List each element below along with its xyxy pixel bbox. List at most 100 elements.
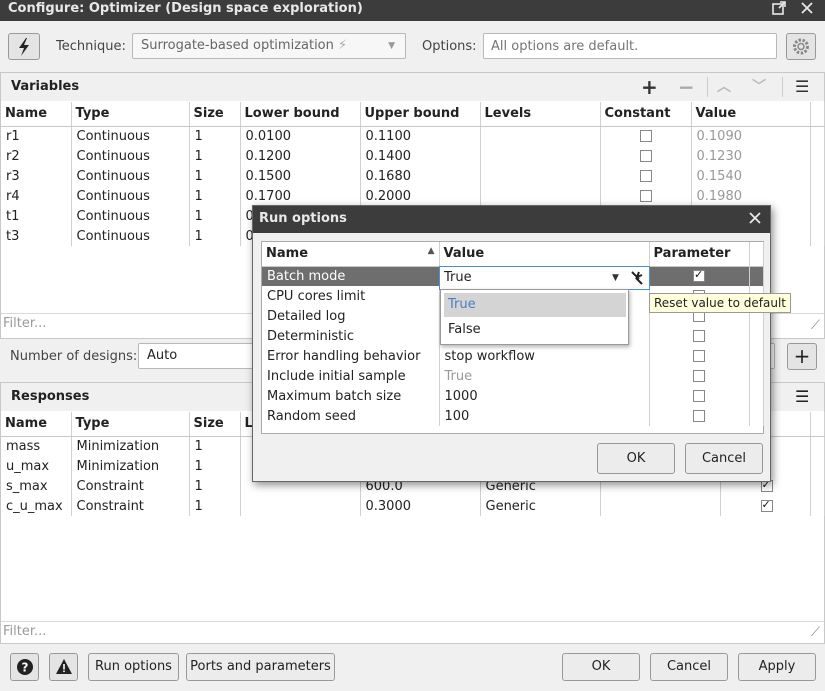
variable-size-cell[interactable]: 1 <box>189 126 241 146</box>
run-option-parameter-cell[interactable] <box>649 266 750 286</box>
column-header-lower-bound[interactable]: Lower bound <box>240 102 361 127</box>
run-option-value-cell[interactable]: 100 <box>439 406 650 426</box>
variable-lower-cell[interactable]: 0.1500 <box>240 166 361 186</box>
run-option-name-cell[interactable]: Include initial sample <box>262 366 440 386</box>
parameter-checkbox[interactable] <box>693 330 705 342</box>
ok-button[interactable]: OK <box>562 653 640 681</box>
batch-mode-value-editor[interactable]: True ▼ <box>439 266 650 290</box>
move-up-icon[interactable]: ︿ <box>717 77 731 97</box>
run-option-parameter-cell[interactable] <box>649 366 750 386</box>
run-option-row[interactable]: Error handling behavior stop workflow <box>262 346 764 366</box>
parameter-checkbox[interactable] <box>693 410 705 422</box>
run-option-value-cell[interactable]: True <box>439 366 650 386</box>
variable-levels-cell[interactable] <box>480 186 601 206</box>
variable-constant-cell[interactable] <box>600 126 692 146</box>
constant-checkbox[interactable] <box>639 170 652 182</box>
technique-select[interactable]: Surrogate-based optimization ⚡︎ ▼ <box>132 33 406 59</box>
response-row[interactable]: c_u_max Constraint 1 0.3000 Generic <box>1 496 825 516</box>
variable-type-cell[interactable]: Continuous <box>71 166 190 186</box>
column-header-size[interactable]: Size <box>189 412 241 437</box>
response-size-cell[interactable]: 1 <box>189 436 241 456</box>
variable-type-cell[interactable]: Continuous <box>71 226 190 246</box>
variable-name-cell[interactable]: t1 <box>1 206 72 226</box>
variable-name-cell[interactable]: t3 <box>1 226 72 246</box>
column-header-name[interactable]: Name <box>1 412 72 437</box>
parameter-checkbox[interactable] <box>693 370 705 382</box>
variable-upper-cell[interactable]: 0.1400 <box>360 146 481 166</box>
run-option-row[interactable]: Random seed 100 <box>262 406 764 426</box>
run-option-name-cell[interactable]: Deterministic <box>262 326 440 346</box>
variable-value-cell[interactable]: 0.1980 <box>691 186 811 206</box>
column-header-size[interactable]: Size <box>189 102 241 127</box>
parameter-checkbox[interactable] <box>693 390 705 402</box>
technique-button[interactable] <box>8 33 40 60</box>
apply-button[interactable]: Apply <box>738 653 816 681</box>
constant-checkbox[interactable] <box>639 190 652 202</box>
add-icon[interactable]: + <box>641 77 658 97</box>
variable-row[interactable]: r2 Continuous 1 0.1200 0.1400 0.1230 <box>1 146 825 166</box>
column-header-upper-bound[interactable]: Upper bound <box>360 102 481 127</box>
run-option-name-cell[interactable]: Detailed log <box>262 306 440 326</box>
variable-row[interactable]: r3 Continuous 1 0.1500 0.1680 0.1540 <box>1 166 825 186</box>
run-option-parameter-cell[interactable] <box>649 386 750 406</box>
response-size-cell[interactable]: 1 <box>189 456 241 476</box>
response-type-cell[interactable]: Minimization <box>71 456 190 476</box>
response-col4-cell[interactable] <box>240 496 361 516</box>
responses-filter[interactable]: Filter... ⟋ <box>1 621 824 643</box>
variable-row[interactable]: r4 Continuous 1 0.1700 0.2000 0.1980 <box>1 186 825 206</box>
run-options-button[interactable]: Run options <box>88 653 179 681</box>
run-option-name-cell[interactable]: CPU cores limit <box>262 286 440 306</box>
variable-type-cell[interactable]: Continuous <box>71 206 190 226</box>
column-header-levels[interactable]: Levels <box>480 102 601 127</box>
response-type-cell[interactable]: Constraint <box>71 496 190 516</box>
reset-default-icon[interactable] <box>630 269 646 289</box>
run-option-value-cell[interactable]: stop workflow <box>439 346 650 366</box>
constant-checkbox[interactable] <box>639 130 652 143</box>
variable-name-cell[interactable]: r2 <box>1 146 72 166</box>
variable-row[interactable]: r1 Continuous 1 0.0100 0.1100 0.1090 <box>1 126 825 146</box>
column-header-name[interactable]: Name <box>1 102 72 127</box>
variable-type-cell[interactable]: Continuous <box>71 146 190 166</box>
variable-lower-cell[interactable]: 0.1700 <box>240 186 361 206</box>
variable-levels-cell[interactable] <box>480 166 601 186</box>
response-name-cell[interactable]: u_max <box>1 456 72 476</box>
run-option-name-cell[interactable]: Error handling behavior <box>262 346 440 366</box>
variable-name-cell[interactable]: r3 <box>1 166 72 186</box>
variable-size-cell[interactable]: 1 <box>189 226 241 246</box>
column-header-type[interactable]: Type <box>71 102 190 127</box>
variable-type-cell[interactable]: Continuous <box>71 126 190 146</box>
column-header-type[interactable]: Type <box>71 412 190 437</box>
run-option-name-cell[interactable]: Maximum batch size <box>262 386 440 406</box>
response-name-cell[interactable]: mass <box>1 436 72 456</box>
response-name-cell[interactable]: s_max <box>1 476 72 496</box>
variable-constant-cell[interactable] <box>600 146 692 166</box>
variable-constant-cell[interactable] <box>600 186 692 206</box>
maximize-icon[interactable] <box>768 0 790 20</box>
options-settings-button[interactable] <box>786 33 816 60</box>
variable-constant-cell[interactable] <box>600 166 692 186</box>
warnings-button[interactable] <box>49 653 78 681</box>
variable-size-cell[interactable]: 1 <box>189 206 241 226</box>
variable-levels-cell[interactable] <box>480 146 601 166</box>
run-option-parameter-cell[interactable] <box>649 326 750 346</box>
run-option-name-cell[interactable]: Batch mode <box>262 266 440 286</box>
column-header-parameter[interactable]: Parameter <box>649 242 750 267</box>
response-col7-cell[interactable] <box>600 496 721 516</box>
variable-upper-cell[interactable]: 0.1680 <box>360 166 481 186</box>
run-option-parameter-cell[interactable] <box>649 346 750 366</box>
dialog-cancel-button[interactable]: Cancel <box>685 443 763 474</box>
run-option-row[interactable]: Include initial sample True <box>262 366 764 386</box>
response-col6-cell[interactable]: Generic <box>480 496 601 516</box>
move-down-icon[interactable]: ﹀ <box>752 77 766 97</box>
variable-upper-cell[interactable]: 0.1100 <box>360 126 481 146</box>
constant-checkbox[interactable] <box>639 150 652 162</box>
menu-icon[interactable]: ☰ <box>795 77 809 97</box>
ports-parameters-button[interactable]: Ports and parameters <box>186 653 335 681</box>
remove-icon[interactable]: − <box>678 77 695 97</box>
response-type-cell[interactable]: Constraint <box>71 476 190 496</box>
variable-size-cell[interactable]: 1 <box>189 186 241 206</box>
close-icon[interactable] <box>796 0 818 20</box>
help-button[interactable]: ? <box>10 653 39 681</box>
variable-name-cell[interactable]: r4 <box>1 186 72 206</box>
variable-levels-cell[interactable] <box>480 126 601 146</box>
